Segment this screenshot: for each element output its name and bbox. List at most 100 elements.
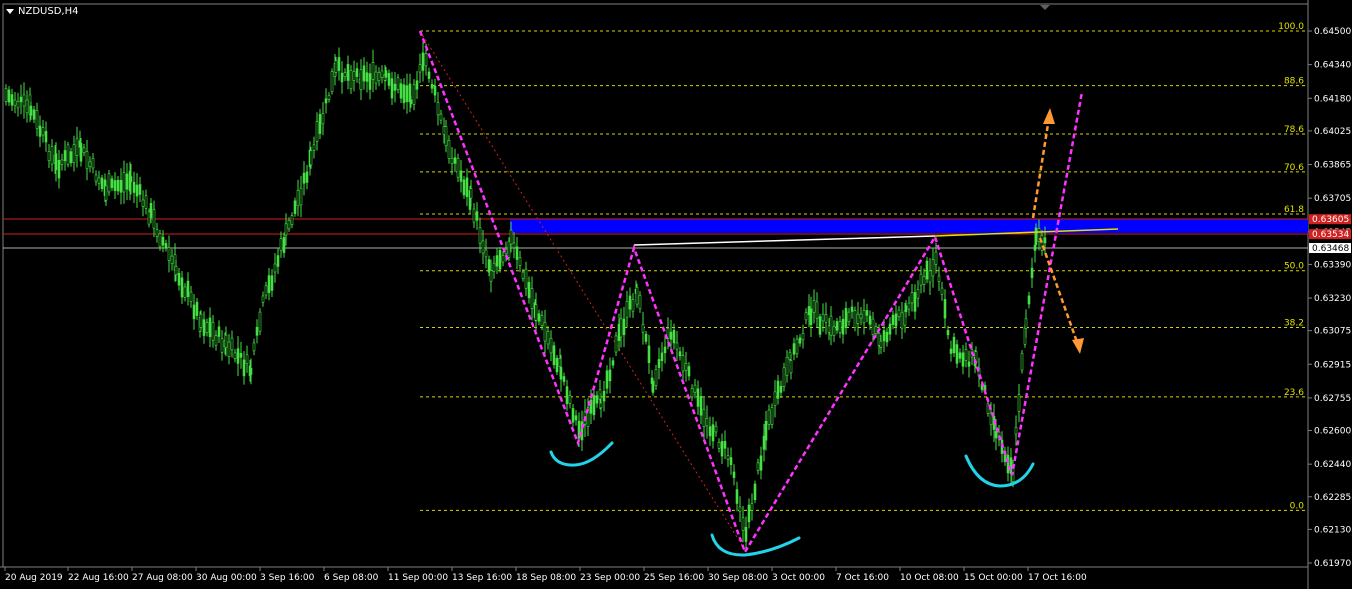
price-axis-label: 0.63705 [1314,194,1351,204]
candle-body [509,229,513,245]
candle-body [738,506,742,512]
candle-body [1017,394,1021,412]
candle-body [1030,267,1034,278]
candle-body [264,285,268,296]
candle-body [113,180,117,191]
time-axis-label: 30 Aug 00:00 [196,573,257,583]
candle-body [792,343,796,355]
candle-body [690,388,694,398]
candle-body [934,251,938,265]
candle-body [907,302,911,310]
candle-body [25,99,29,114]
arrow-down-line [1038,237,1079,343]
time-axis-label: 23 Sep 00:00 [580,573,640,583]
candle-body [552,345,556,366]
candle-body [155,229,159,237]
time-axis-label: 20 Aug 2019 [5,573,63,583]
candle-body [390,78,394,99]
candle-body [562,376,566,382]
candle-body [549,338,553,354]
candle-body [835,321,839,331]
candle-body [537,313,541,322]
candle-body [167,247,171,261]
candle-body [164,243,168,249]
candle-body [785,357,789,376]
price-axis-label: 0.61970 [1314,559,1351,569]
candle-body [481,240,485,254]
candle-body [88,161,92,168]
arrow-down-head-icon [1072,338,1084,354]
candle-body [161,236,165,246]
candle-body [862,310,866,324]
price-axis-label: 0.64340 [1314,61,1351,71]
candle-body [158,233,162,248]
candle-body [459,170,463,182]
candle-body [635,286,639,305]
candle-body [239,353,243,358]
candle-body [343,72,347,78]
candle-body [299,187,303,206]
candle-body [374,71,378,84]
candle-body [684,363,688,371]
fib-level-label: 50.0 [1284,262,1304,272]
candle-body [141,199,145,207]
candle-body [233,352,237,359]
candle-body [900,312,904,329]
candle-body [32,109,36,120]
chart-window[interactable]: 100.0 88.6 78.6 70.6 61.8 50.0 38.2 23.6 0.0 0.64… [0,0,1352,589]
candle-body [302,172,306,184]
candle-body [832,326,836,336]
candle-body [456,158,460,178]
candle-body [599,402,603,409]
candle-body [711,424,715,442]
candle-body [559,367,563,380]
candle-body [170,255,174,264]
candle-body [891,314,895,325]
candle-body [699,396,703,416]
candle-body [894,313,898,327]
candle-body [937,275,941,282]
symbol-label: NZDUSD,H4 [18,6,79,17]
candle-body [309,150,313,166]
candle-body [809,308,813,326]
candle-body [487,259,491,273]
candle-body [279,238,283,251]
candle-body [527,281,531,299]
candle-body [186,280,190,297]
candle-body [638,294,642,310]
candle-body [267,275,271,293]
time-axis-label: 6 Sep 08:00 [324,573,379,583]
scroll-marker-icon [1040,5,1050,10]
candle-body [844,308,848,328]
candle-body [1024,318,1028,329]
dropdown-triangle-icon[interactable] [6,9,14,14]
candle-body [393,83,397,91]
candle-body [340,72,344,83]
candle-body [57,159,61,179]
candle-body [949,348,953,354]
candle-body [475,211,479,221]
candle-body [654,369,658,386]
time-axis-label: 25 Sep 16:00 [644,573,704,583]
time-axis-label: 13 Sep 16:00 [452,573,512,583]
candle-body [119,179,123,193]
candle-body [641,323,645,333]
candle-body [433,85,437,96]
candle-body [961,352,965,367]
price-chart[interactable]: 100.0 88.6 78.6 70.6 61.8 50.0 38.2 23.6 0.0 0.64… [0,0,1352,589]
candle-body [346,64,350,81]
candle-body [352,71,356,81]
candle-body [484,249,488,258]
time-axis-label: 3 Sep 16:00 [260,573,315,583]
candles [4,41,1047,553]
candle-body [922,275,926,285]
candle-body [318,114,322,134]
fib-level-label: 78.6 [1284,125,1304,135]
candle-body [305,171,309,183]
candle-body [779,385,783,393]
candle-body [865,310,869,316]
candle-body [66,144,70,165]
candle-body [380,70,384,78]
candle-body [214,335,218,346]
candle-body [282,237,286,253]
